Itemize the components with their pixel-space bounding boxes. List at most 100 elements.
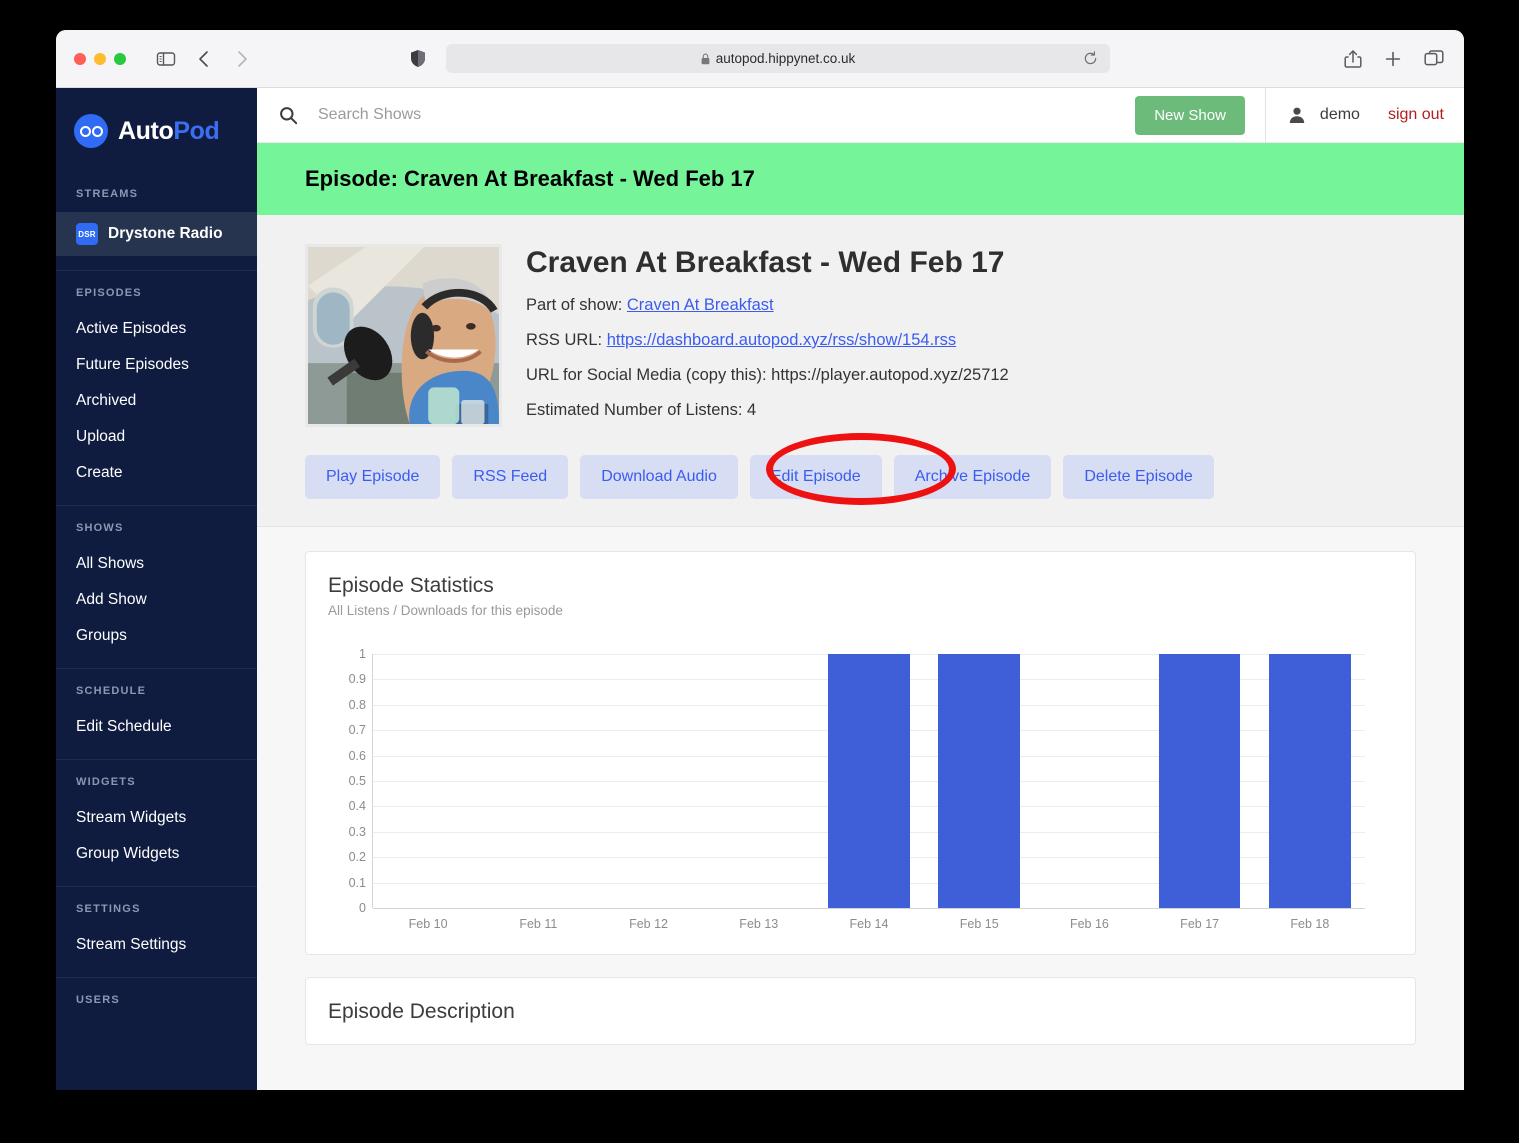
sidebar-item-edit-schedule[interactable]: Edit Schedule — [56, 709, 257, 745]
sidebar-heading-schedule: SCHEDULE — [76, 685, 147, 697]
sidebar-item-drystone-radio[interactable]: DSR Drystone Radio — [56, 212, 257, 256]
episode-description-card: Episode Description — [305, 977, 1416, 1045]
chart-bar-slot: Feb 14 — [814, 654, 924, 931]
chart-bar[interactable] — [828, 654, 910, 908]
download-audio-button[interactable]: Download Audio — [580, 455, 738, 499]
account-area: demo sign out — [1264, 88, 1464, 142]
browser-window: autopod.hippynet.co.uk AutoPod STREAMS D… — [56, 30, 1464, 1090]
delete-episode-button[interactable]: Delete Episode — [1063, 455, 1214, 499]
episode-header-panel: Craven At Breakfast - Wed Feb 17 Part of… — [257, 215, 1464, 527]
chart-y-tick-label: 0.9 — [348, 672, 366, 687]
page-banner: Episode: Craven At Breakfast - Wed Feb 1… — [257, 143, 1464, 215]
chart-plot-area: 1 0.9 0.8 0.7 0.6 0.5 0.4 0.3 0.2 0.1 0 Feb 10 Feb … — [349, 647, 1365, 931]
window-controls[interactable] — [74, 52, 126, 65]
chart-x-tick-label: Feb 11 — [519, 917, 558, 931]
sidebar-section-schedule: SCHEDULE Edit Schedule — [56, 669, 257, 760]
search-input[interactable] — [318, 106, 1136, 124]
sidebar-item-group-widgets[interactable]: Group Widgets — [56, 836, 257, 872]
search-icon[interactable] — [279, 106, 298, 125]
chart-bar-slot: Feb 17 — [1145, 654, 1255, 931]
social-url-label: URL for Social Media (copy this): — [526, 366, 767, 384]
browser-toolbar: autopod.hippynet.co.uk — [56, 30, 1464, 88]
new-show-button[interactable]: New Show — [1135, 95, 1245, 135]
chart-gridline: 0 — [359, 901, 1365, 915]
sidebar-item-all-shows[interactable]: All Shows — [56, 546, 257, 582]
chart-x-tick-label: Feb 18 — [1290, 917, 1330, 931]
sidebar-section-episodes: EPISODES Active Episodes Future Episodes… — [56, 271, 257, 506]
chart-bar[interactable] — [938, 654, 1020, 908]
archive-episode-button[interactable]: Archive Episode — [893, 455, 1052, 499]
lock-icon — [701, 53, 710, 64]
rss-url-label: RSS URL: — [526, 331, 603, 349]
url-hostname: autopod.hippynet.co.uk — [715, 51, 856, 66]
share-icon[interactable] — [1344, 49, 1362, 69]
edit-episode-button[interactable]: Edit Episode — [749, 455, 882, 499]
sidebar-item-label: Drystone Radio — [108, 225, 223, 242]
minimize-window-button[interactable] — [94, 52, 106, 65]
estimated-listens: Estimated Number of Listens: 4 — [526, 401, 757, 419]
back-button[interactable] — [196, 49, 212, 69]
sidebar-item-upload[interactable]: Upload — [56, 419, 257, 455]
sidebar-section-settings: SETTINGS Stream Settings — [56, 887, 257, 978]
chart-bars: Feb 10 Feb 11 Feb 12 Feb 13 Feb 14 Feb 15 Feb … — [373, 654, 1365, 931]
tab-overview-icon[interactable] — [1424, 49, 1444, 68]
username-label: demo — [1319, 106, 1360, 123]
chart-y-tick-label: 1 — [359, 647, 366, 661]
rss-url-link[interactable]: https://dashboard.autopod.xyz/rss/show/1… — [607, 331, 956, 349]
autopod-glasses-icon — [74, 114, 108, 148]
chart-bar[interactable] — [1158, 654, 1241, 908]
rss-feed-button[interactable]: RSS Feed — [452, 455, 569, 499]
privacy-shield-icon[interactable] — [410, 49, 426, 68]
brand-logo[interactable]: AutoPod — [56, 88, 257, 172]
chart-y-tick-label: 0.1 — [348, 875, 366, 890]
sidebar-section-shows: SHOWS All Shows Add Show Groups — [56, 506, 257, 669]
chart-x-tick-label: Feb 15 — [959, 917, 999, 931]
chart-bar-slot: Feb 11 — [483, 654, 593, 931]
show-link[interactable]: Craven At Breakfast — [627, 296, 774, 314]
social-url-value: https://player.autopod.xyz/25712 — [771, 366, 1009, 384]
reload-icon[interactable] — [1083, 51, 1098, 66]
sidebar-heading-settings: SETTINGS — [76, 903, 141, 915]
episode-thumbnail — [305, 244, 502, 427]
chart-y-tick-label: 0.5 — [348, 774, 366, 788]
toolbar-right-icons — [1344, 49, 1444, 69]
sidebar-item-future-episodes[interactable]: Future Episodes — [56, 347, 257, 383]
plus-icon[interactable] — [1384, 50, 1402, 68]
brand-name-pod: Pod — [173, 116, 220, 145]
sidebar-item-create[interactable]: Create — [56, 455, 257, 491]
chart-bar-slot: Feb 12 — [593, 654, 703, 931]
sidebar-heading-streams: STREAMS — [76, 188, 139, 200]
forward-button[interactable] — [234, 49, 250, 69]
play-episode-button[interactable]: Play Episode — [305, 455, 441, 499]
page-title: Episode: Craven At Breakfast - Wed Feb 1… — [305, 166, 755, 191]
sidebar-item-stream-widgets[interactable]: Stream Widgets — [56, 800, 257, 836]
app-body: AutoPod STREAMS DSR Drystone Radio EPISO… — [56, 88, 1464, 1090]
close-window-button[interactable] — [74, 52, 86, 65]
url-text-container: autopod.hippynet.co.uk — [701, 51, 856, 66]
sidebar-item-groups[interactable]: Groups — [56, 618, 257, 654]
sidebar-item-active-episodes[interactable]: Active Episodes — [56, 311, 257, 347]
maximize-window-button[interactable] — [114, 52, 126, 65]
sidebar-section-users: USERS — [56, 978, 257, 1032]
sign-out-link[interactable]: sign out — [1388, 106, 1444, 124]
address-bar[interactable]: autopod.hippynet.co.uk — [446, 44, 1110, 73]
sidebar-heading-shows: SHOWS — [76, 522, 124, 534]
sidebar-item-stream-settings[interactable]: Stream Settings — [56, 927, 257, 963]
content-area: Episode Statistics All Listens / Downloa… — [257, 527, 1464, 1090]
drystone-radio-badge-icon: DSR — [76, 223, 98, 245]
episode-metadata: Craven At Breakfast - Wed Feb 17 Part of… — [526, 244, 1009, 427]
sidebar-toggle-icon[interactable] — [156, 49, 176, 69]
chart-bar-slot: Feb 16 — [1034, 654, 1144, 931]
chart-y-tick-label: 0.8 — [348, 697, 366, 712]
chart-bar-slot: Feb 13 — [704, 654, 814, 931]
episode-top-row: Craven At Breakfast - Wed Feb 17 Part of… — [305, 244, 1416, 427]
brand-name-auto: Auto — [118, 116, 174, 145]
chart-x-tick-label: Feb 16 — [1069, 917, 1109, 931]
chart-x-tick-label: Feb 13 — [739, 917, 779, 931]
sidebar-item-archived[interactable]: Archived — [56, 383, 257, 419]
sidebar-item-add-show[interactable]: Add Show — [56, 582, 257, 618]
chart-y-tick-label: 0.7 — [348, 723, 366, 738]
chart-bar[interactable] — [1269, 654, 1351, 908]
sidebar-heading-episodes: EPISODES — [76, 287, 142, 299]
top-bar: New Show demo sign out — [257, 88, 1464, 143]
